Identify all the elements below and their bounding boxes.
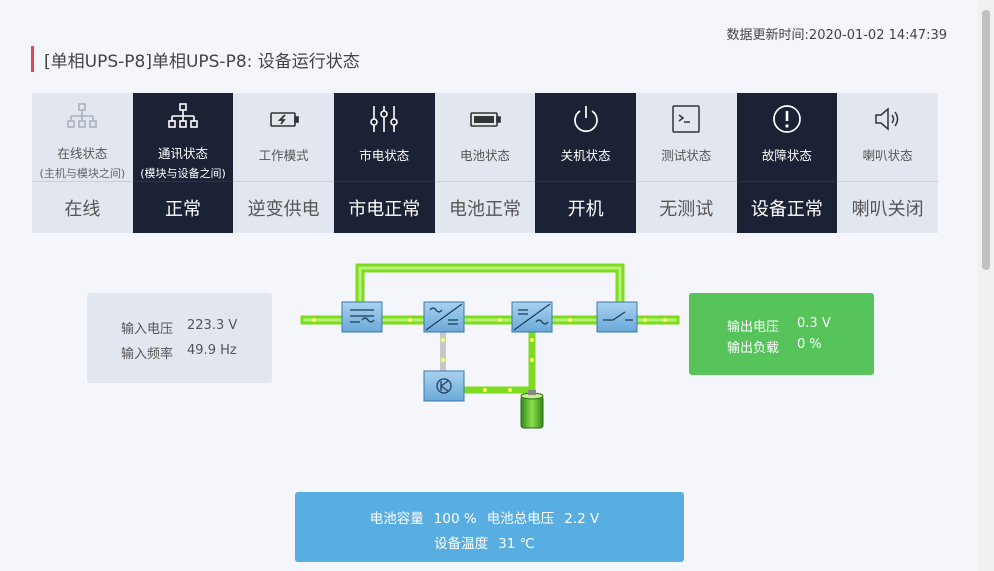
card-value: 设备正常 xyxy=(736,181,838,233)
status-card-communication[interactable]: 通讯状态 (模块与设备之间) 正常 xyxy=(132,93,234,233)
speaker-icon xyxy=(871,102,905,136)
card-value: 在线 xyxy=(32,181,133,233)
output-load-label: 输出负载 xyxy=(727,341,780,356)
terminal-icon xyxy=(669,102,703,136)
input-info-panel: 输入电压 223.3 V 输入频率 49.9 Hz xyxy=(87,293,272,383)
page-title: [单相UPS-P8]单相UPS-P8: 设备运行状态 xyxy=(44,51,360,72)
device-temp-label: 设备温度 xyxy=(434,536,489,552)
output-load-row: 输出负载 0 % xyxy=(727,337,822,356)
card-label: 在线状态 xyxy=(57,146,108,161)
update-time-label: 数据更新时间: xyxy=(726,28,809,43)
device-temp-value: 31 ℃ xyxy=(498,536,535,552)
output-load-value: 0 % xyxy=(797,337,822,352)
battery-capacity-label: 电池容量 xyxy=(369,511,424,527)
ups-power-flow-diagram xyxy=(300,263,680,429)
page-title-bar: [单相UPS-P8]单相UPS-P8: 设备运行状态 xyxy=(31,46,360,72)
title-accent-bar xyxy=(31,46,34,72)
power-icon xyxy=(569,102,603,136)
status-card-test[interactable]: 测试状态 无测试 xyxy=(635,93,737,233)
status-card-fault[interactable]: 故障状态 设备正常 xyxy=(736,93,838,233)
battery-total-voltage-value: 2.2 V xyxy=(564,511,600,527)
status-card-online[interactable]: 在线状态 (主机与模块之间) 在线 xyxy=(32,93,133,233)
card-label: 测试状态 xyxy=(661,148,712,163)
charger-block xyxy=(423,370,465,402)
output-voltage-row: 输出电压 0.3 V xyxy=(727,316,831,335)
input-frequency-label: 输入频率 xyxy=(121,347,174,362)
output-voltage-label: 输出电压 xyxy=(727,320,780,335)
inverter-block xyxy=(511,301,553,333)
network-tree-icon xyxy=(166,102,200,134)
scrollbar-thumb[interactable] xyxy=(982,10,990,270)
device-temp-row: 设备温度 31 ℃ xyxy=(295,532,684,552)
input-frequency-row: 输入频率 49.9 Hz xyxy=(121,343,237,362)
battery-cylinder xyxy=(520,390,544,429)
network-tree-icon xyxy=(65,102,99,134)
battery-icon xyxy=(468,102,502,136)
update-time-value: 2020-01-02 14:47:39 xyxy=(808,28,947,43)
card-label: 市电状态 xyxy=(359,148,410,163)
battery-total-voltage-label: 电池总电压 xyxy=(486,511,555,527)
output-voltage-value: 0.3 V xyxy=(797,316,831,331)
input-frequency-value: 49.9 Hz xyxy=(187,343,237,358)
card-label: 电池状态 xyxy=(459,148,510,163)
bypass-flow-highlight xyxy=(358,266,622,318)
card-value: 开机 xyxy=(535,181,636,233)
card-value: 无测试 xyxy=(635,181,737,233)
battery-capacity-value: 100 % xyxy=(433,511,477,527)
card-sublabel: (主机与模块之间) xyxy=(39,167,126,180)
status-card-mains[interactable]: 市电状态 市电正常 xyxy=(333,93,435,233)
card-value: 正常 xyxy=(132,181,234,233)
battery-info-panel: 电池容量 100 % 电池总电压 2.2 V 设备温度 31 ℃ xyxy=(295,492,684,562)
status-card-shutdown[interactable]: 关机状态 开机 xyxy=(535,93,636,233)
status-card-work-mode[interactable]: 工作模式 逆变供电 xyxy=(233,93,334,233)
card-label: 通讯状态 xyxy=(157,146,208,161)
card-value: 市电正常 xyxy=(333,181,435,233)
input-voltage-label: 输入电压 xyxy=(121,322,174,337)
ups-status-page: 数据更新时间:2020-01-02 14:47:39 [单相UPS-P8]单相U… xyxy=(0,0,978,571)
data-update-time: 数据更新时间:2020-01-02 14:47:39 xyxy=(727,24,947,43)
card-label: 工作模式 xyxy=(258,148,309,163)
card-value: 喇叭关闭 xyxy=(837,181,938,233)
bypass-flow-line xyxy=(355,263,625,321)
card-label: 故障状态 xyxy=(761,148,812,163)
card-value: 逆变供电 xyxy=(233,181,334,233)
card-value: 电池正常 xyxy=(434,181,536,233)
battery-charge-icon xyxy=(267,102,301,136)
sliders-icon xyxy=(367,102,401,136)
input-voltage-value: 223.3 V xyxy=(187,318,238,333)
rectifier-input-block xyxy=(341,301,383,333)
status-card-speaker[interactable]: 喇叭状态 喇叭关闭 xyxy=(837,93,938,233)
output-info-panel: 输出电压 0.3 V 输出负载 0 % xyxy=(689,293,874,375)
alert-circle-icon xyxy=(770,102,804,136)
card-label: 关机状态 xyxy=(560,148,611,163)
status-card-battery[interactable]: 电池状态 电池正常 xyxy=(434,93,536,233)
static-switch-block xyxy=(596,301,638,333)
vertical-scrollbar[interactable] xyxy=(978,0,994,571)
input-voltage-row: 输入电压 223.3 V xyxy=(121,318,237,337)
card-sublabel: (模块与设备之间) xyxy=(140,167,226,180)
battery-info-row: 电池容量 100 % 电池总电压 2.2 V xyxy=(295,507,684,527)
status-card-strip: 在线状态 (主机与模块之间) 在线 通讯状态 (模块与设备之间) 正常 工作模式… xyxy=(32,93,938,233)
rectifier-block xyxy=(423,301,465,333)
card-label: 喇叭状态 xyxy=(862,148,913,163)
